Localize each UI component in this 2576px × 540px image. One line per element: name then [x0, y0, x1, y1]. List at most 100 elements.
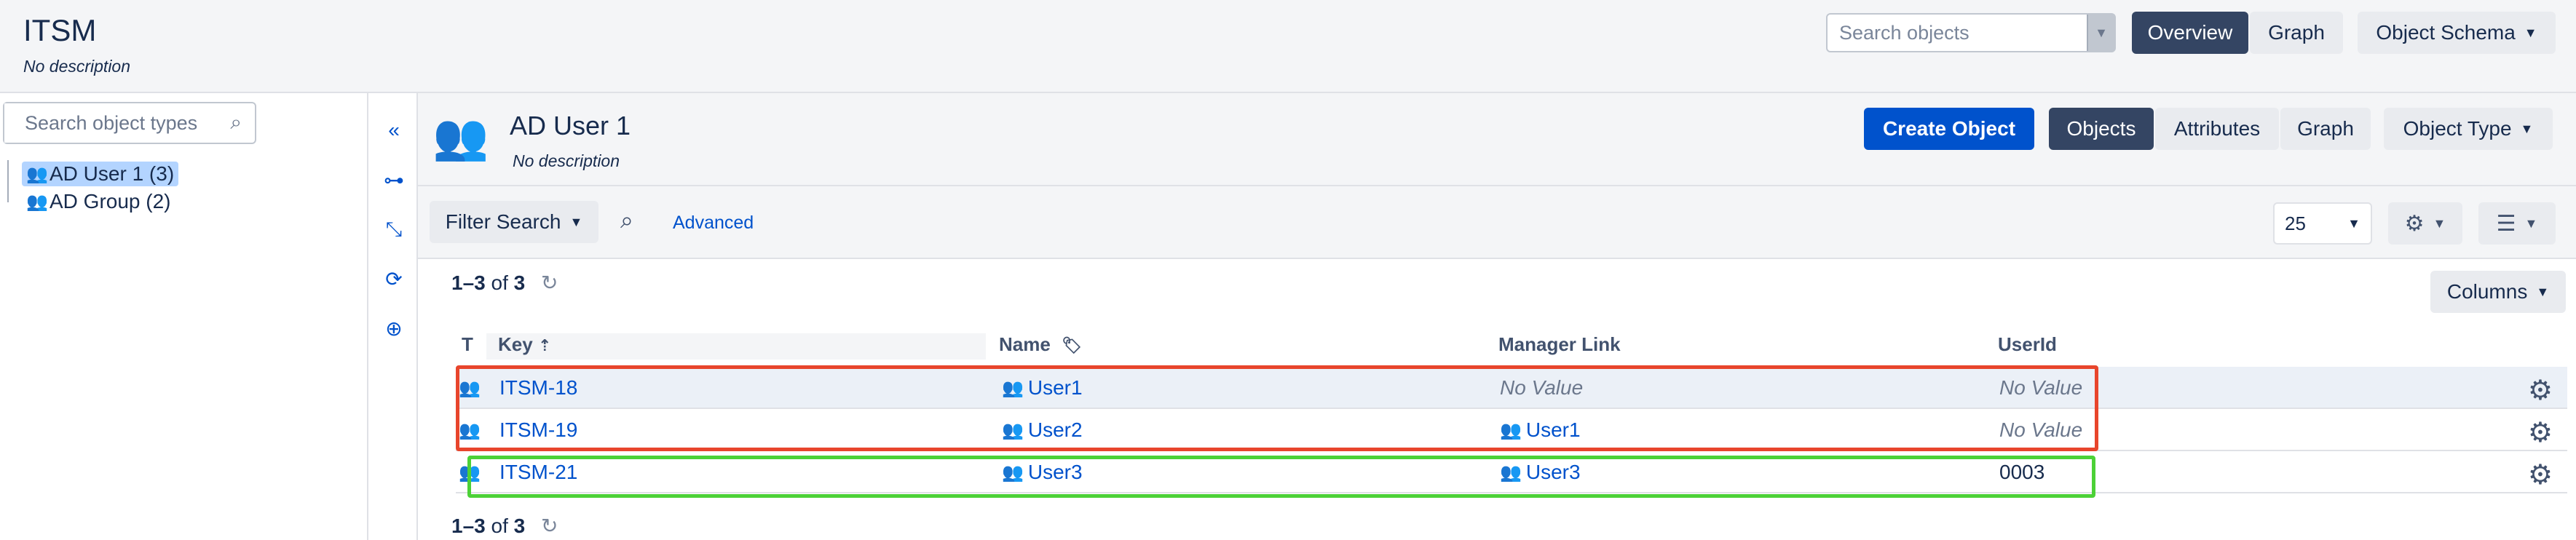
search-icon[interactable]: ⌕ — [620, 207, 633, 234]
object-name-link[interactable]: 👥 User2 — [1002, 409, 1083, 451]
table-row[interactable]: 👥 ITSM-18 👥 User1 No Value No Value ⚙ — [456, 367, 2567, 409]
results-total: 3 — [513, 515, 526, 537]
results-range: 1–3 — [451, 271, 486, 294]
user-pair-icon: 👥 — [459, 378, 481, 398]
top-header: ITSM No description ▼ Overview Graph Obj… — [0, 0, 2576, 93]
compress-icon[interactable]: ⤡ — [382, 217, 406, 242]
search-objects-input[interactable] — [1828, 15, 2088, 51]
tree-search[interactable]: ⌕ — [3, 102, 256, 144]
object-type-title: AD User 1 — [510, 111, 631, 140]
object-name: User2 — [1027, 418, 1083, 441]
chevron-down-icon: ▼ — [2347, 215, 2360, 231]
caret-down-icon: ▼ — [569, 214, 583, 229]
userid-value: No Value — [1999, 376, 2083, 399]
object-type-header: 👥 AD User 1 No description Create Object… — [418, 93, 2576, 186]
tab-graph[interactable]: Graph — [2280, 108, 2371, 150]
table-row[interactable]: 👥 ITSM-21 👥 User3 👥 User3 0003 ⚙ — [456, 451, 2567, 493]
column-header-name-label: Name — [999, 333, 1051, 355]
column-header-key-label: Key — [498, 333, 533, 355]
schema-graph-button[interactable]: Graph — [2250, 12, 2343, 54]
search-object-types-input[interactable] — [4, 103, 216, 143]
userid-value: 0003 — [1999, 461, 2045, 483]
tree-toolbar: « ⊶ ⤡ ⟳ ⊕ — [368, 93, 418, 540]
user-pair-icon: 👥 — [1500, 420, 1522, 440]
user-pair-icon: 👥 — [459, 462, 481, 483]
table-row[interactable]: 👥 ITSM-19 👥 User2 👥 User1 No Value ⚙ — [456, 409, 2567, 451]
tag-icon: 🏷 — [1062, 336, 1082, 354]
tree-item-label: AD User 1 (3) — [50, 162, 175, 185]
tree-structure-icon[interactable]: ⊶ — [382, 167, 406, 192]
chevron-down-icon: ▼ — [2433, 215, 2446, 231]
refresh-icon[interactable]: ↻ — [541, 514, 558, 538]
object-key-link[interactable]: ITSM-19 — [499, 409, 577, 451]
sync-icon[interactable]: ⟳ — [382, 266, 406, 291]
row-gear-icon[interactable]: ⚙ — [2528, 458, 2553, 491]
sort-arrow-up-icon: ⇡ — [537, 336, 552, 354]
search-dropdown-arrow-icon[interactable]: ▼ — [2087, 15, 2114, 51]
filter-bar: Filter Search ▼ ⌕ Advanced 25 ▼ ⚙ ▼ ☰ ▼ — [418, 186, 2576, 259]
create-object-button[interactable]: Create Object — [1864, 108, 2034, 150]
column-header-type: T — [462, 333, 473, 355]
advanced-search-link[interactable]: Advanced — [673, 213, 754, 234]
main-content: 👥 AD User 1 No description Create Object… — [418, 93, 2576, 540]
manager-link-value: No Value — [1500, 376, 1584, 399]
settings-menu-button[interactable]: ⚙ ▼ — [2388, 202, 2462, 245]
object-name-link[interactable]: 👥 User3 — [1002, 451, 1083, 493]
chevron-down-icon: ▼ — [2520, 121, 2534, 136]
manager-name: User1 — [1525, 418, 1581, 441]
manager-link[interactable]: 👥 User1 — [1500, 409, 1581, 451]
object-name-link[interactable]: 👥 User1 — [1002, 367, 1083, 409]
object-name: User1 — [1027, 376, 1083, 399]
object-schema-menu[interactable]: Object Schema ▼ — [2358, 12, 2556, 54]
app-description: No description — [23, 57, 131, 76]
filter-search-button[interactable]: Filter Search ▼ — [430, 201, 598, 243]
column-header-userid[interactable]: UserId — [1998, 333, 2057, 360]
object-key-link[interactable]: ITSM-18 — [499, 367, 577, 409]
object-key-link[interactable]: ITSM-21 — [499, 451, 577, 493]
list-icon: ☰ — [2496, 211, 2516, 236]
column-header-manager-link[interactable]: Manager Link — [1498, 333, 1621, 360]
object-schema-label: Object Schema — [2376, 21, 2516, 44]
object-type-menu[interactable]: Object Type ▼ — [2384, 108, 2553, 150]
page-size-value: 25 — [2285, 212, 2306, 234]
tab-objects[interactable]: Objects — [2049, 108, 2154, 150]
user-pair-icon: 👥 — [26, 164, 48, 184]
object-search[interactable]: ▼ — [1826, 13, 2116, 52]
add-circle-icon[interactable]: ⊕ — [382, 316, 406, 341]
view-menu-button[interactable]: ☰ ▼ — [2478, 202, 2556, 245]
results-count-top: 1–3 of 3 ↻ — [451, 271, 558, 295]
page-size-select[interactable]: 25 ▼ — [2273, 202, 2372, 245]
collapse-panel-icon[interactable]: « — [382, 118, 406, 143]
columns-label: Columns — [2446, 280, 2528, 303]
results-total: 3 — [513, 271, 526, 294]
tree-item-ad-group[interactable]: 👥 AD Group (2) — [22, 189, 175, 214]
user-pair-icon: 👥 — [1002, 462, 1024, 483]
object-type-menu-label: Object Type — [2403, 117, 2512, 140]
manager-link[interactable]: 👥 User3 — [1500, 451, 1581, 493]
row-gear-icon[interactable]: ⚙ — [2528, 416, 2553, 449]
user-pair-icon: 👥 — [459, 420, 481, 440]
user-pair-icon: 👥 — [1002, 420, 1024, 440]
chevron-down-icon: ▼ — [2524, 25, 2537, 40]
columns-button[interactable]: Columns ▼ — [2430, 271, 2566, 313]
caret-down-icon: ▼ — [2536, 284, 2550, 299]
results-range: 1–3 — [451, 515, 486, 537]
userid-value: No Value — [1999, 418, 2083, 441]
group-icon: 👥 — [26, 191, 48, 212]
manager-name: User3 — [1525, 461, 1581, 483]
results-count-bottom: 1–3 of 3 ↻ — [451, 514, 558, 538]
refresh-icon[interactable]: ↻ — [541, 271, 558, 295]
overview-button[interactable]: Overview — [2132, 12, 2248, 54]
user-pair-icon: 👥 — [1002, 378, 1024, 398]
search-icon: ⌕ — [230, 111, 242, 133]
column-header-key[interactable]: Key ⇡ — [486, 333, 986, 360]
row-gear-icon[interactable]: ⚙ — [2528, 374, 2553, 407]
results-of: of — [491, 515, 508, 537]
filter-search-label: Filter Search — [445, 210, 561, 233]
app-title: ITSM — [23, 13, 97, 47]
column-header-name[interactable]: Name 🏷 — [999, 333, 1082, 360]
object-name: User3 — [1027, 461, 1083, 483]
tab-attributes[interactable]: Attributes — [2155, 108, 2279, 150]
tree-item-ad-user-1[interactable]: 👥 AD User 1 (3) — [22, 162, 179, 186]
object-type-description: No description — [513, 151, 620, 170]
